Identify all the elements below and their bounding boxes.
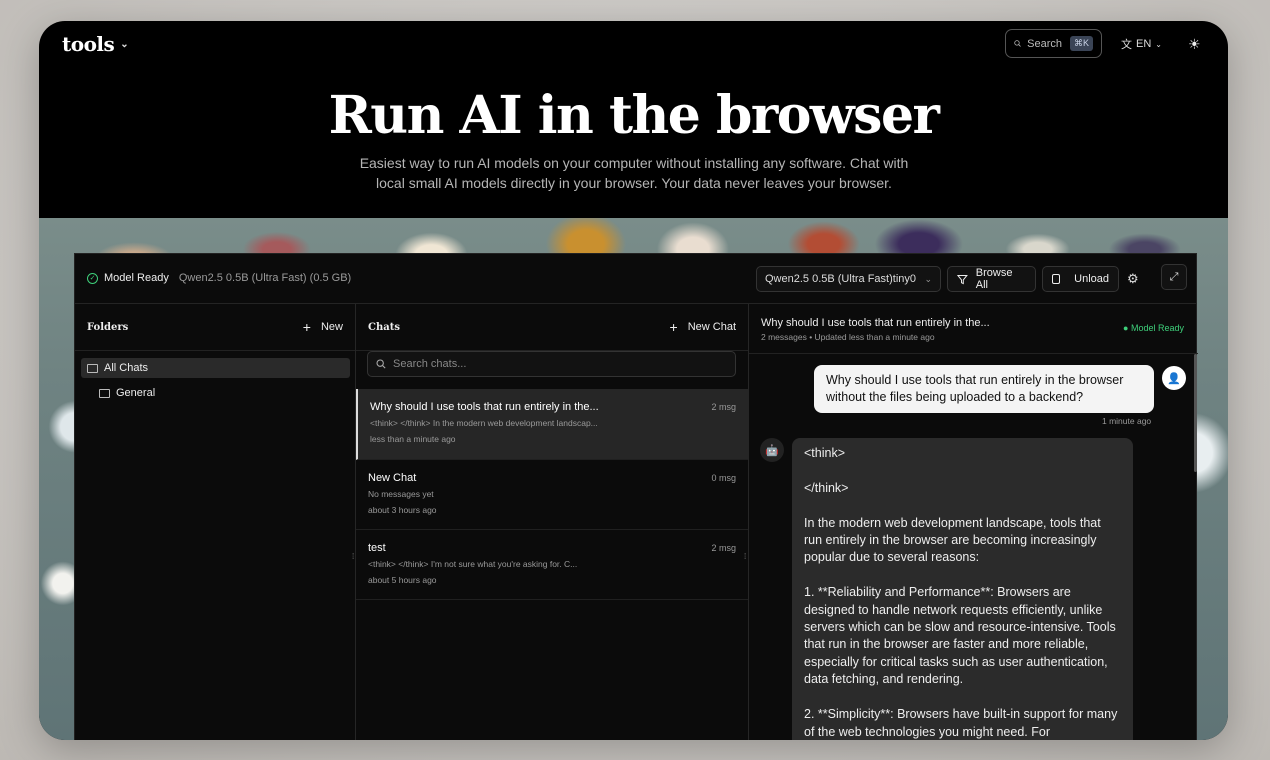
chat-list-item[interactable]: test 2 msg <think> </think> I'm not sure…	[356, 530, 748, 600]
folder-icon	[87, 363, 98, 373]
browse-all-button[interactable]: Browse All	[947, 266, 1036, 292]
new-chat-button[interactable]: + New Chat	[670, 319, 736, 335]
browse-all-label: Browse All	[975, 267, 1013, 291]
search-icon	[1014, 40, 1021, 47]
folder-icon	[99, 388, 110, 398]
square-icon	[1052, 274, 1061, 284]
filter-icon	[957, 274, 968, 284]
expand-icon: ⤢	[1169, 270, 1179, 283]
user-message: Why should I use tools that run entirely…	[814, 365, 1154, 413]
chat-title: Why should I use tools that run entirely…	[370, 401, 599, 413]
conversation-meta: 2 messages • Updated less than a minute …	[761, 332, 935, 342]
model-status: ✓ Model Ready Qwen2.5 0.5B (Ultra Fast) …	[87, 272, 351, 284]
model-select-value: Qwen2.5 0.5B (Ultra Fast)tiny0.	[765, 273, 917, 285]
folders-panel: Folders + New All Chats General	[75, 304, 356, 740]
search-shortcut-badge: ⌘K	[1069, 36, 1093, 51]
unload-label: Unload	[1074, 273, 1109, 285]
settings-gear-icon[interactable]: ⚙	[1127, 271, 1139, 287]
new-folder-label: New	[320, 321, 343, 333]
chevron-down-icon: ⌄	[924, 273, 932, 284]
folders-header: Folders + New	[75, 304, 355, 351]
site-search-button[interactable]: Search ⌘K	[1005, 29, 1102, 58]
message-scrollbar[interactable]	[1194, 354, 1197, 472]
expand-fullscreen-button[interactable]: ⤢	[1161, 264, 1187, 290]
new-folder-button[interactable]: + New	[303, 319, 343, 335]
model-select[interactable]: Qwen2.5 0.5B (Ultra Fast)tiny0. ⌄	[756, 266, 941, 292]
conversation-header: Why should I use tools that run entirely…	[749, 304, 1198, 354]
folder-item-all-chats[interactable]: All Chats	[81, 358, 350, 378]
site-header: tools ⌄ Search ⌘K 文 EN ⌄ ☀	[39, 21, 1228, 67]
chevron-down-icon: ⌄	[1155, 39, 1162, 49]
user-message-timestamp: 1 minute ago	[1102, 416, 1152, 426]
browser-window: tools ⌄ Search ⌘K 文 EN ⌄ ☀ Run AI in the…	[39, 21, 1228, 740]
plus-icon: +	[669, 319, 678, 335]
chevron-down-icon: ⌄	[120, 38, 129, 50]
chat-preview: No messages yet	[368, 489, 434, 499]
site-logo[interactable]: tools ⌄	[62, 32, 129, 56]
hero-subtitle: Easiest way to run AI models on your com…	[359, 155, 909, 191]
folder-item-general[interactable]: General	[81, 383, 350, 403]
chat-list-item[interactable]: Why should I use tools that run entirely…	[356, 389, 748, 460]
conversation-status-label: Model Ready	[1130, 323, 1184, 333]
conversation-status-badge: ● Model Ready	[1123, 323, 1184, 333]
chats-header: Chats + New Chat	[356, 304, 748, 351]
chat-timestamp: about 3 hours ago	[368, 505, 437, 515]
user-avatar-icon: 👤	[1162, 366, 1186, 390]
translate-icon: 文	[1121, 39, 1132, 51]
chats-title: Chats	[368, 321, 400, 333]
language-label: EN	[1136, 38, 1152, 50]
folder-label: General	[116, 387, 156, 399]
status-model-name: Qwen2.5 0.5B (Ultra Fast) (0.5 GB)	[178, 272, 352, 284]
chat-list-item[interactable]: New Chat 0 msg No messages yet about 3 h…	[356, 460, 748, 530]
search-label: Search	[1027, 37, 1062, 50]
folder-label: All Chats	[104, 362, 149, 374]
check-circle-icon: ✓	[87, 272, 98, 284]
chat-search-input[interactable]: Search chats...	[367, 351, 736, 377]
message-list[interactable]: Why should I use tools that run entirely…	[749, 354, 1198, 740]
assistant-message: <think> </think> In the modern web devel…	[792, 438, 1133, 740]
app-toolbar: ✓ Model Ready Qwen2.5 0.5B (Ultra Fast) …	[75, 254, 1196, 304]
new-chat-label: New Chat	[687, 321, 736, 333]
unload-button[interactable]: Unload	[1042, 266, 1119, 292]
chat-preview: <think> </think> In the modern web devel…	[370, 418, 598, 428]
theme-toggle-sun-icon[interactable]: ☀	[1188, 36, 1201, 53]
chat-title: New Chat	[368, 472, 417, 484]
status-label: Model Ready	[104, 272, 169, 284]
hero-title: Run AI in the browser	[328, 85, 940, 146]
chat-message-count: 2 msg	[711, 543, 736, 553]
chat-timestamp: less than a minute ago	[370, 434, 456, 444]
chat-timestamp: about 5 hours ago	[368, 575, 437, 585]
search-icon	[376, 359, 386, 369]
logo-text: tools	[62, 32, 115, 56]
folders-title: Folders	[87, 321, 129, 333]
language-switcher[interactable]: 文 EN ⌄	[1121, 36, 1162, 52]
chat-app-panel: ✓ Model Ready Qwen2.5 0.5B (Ultra Fast) …	[74, 253, 1198, 740]
chat-title: test	[368, 542, 386, 554]
chat-preview: <think> </think> I'm not sure what you'r…	[368, 559, 578, 569]
bot-avatar-icon: 🤖	[760, 438, 784, 462]
chats-panel: Chats + New Chat Search chats... Why sho…	[356, 304, 749, 740]
plus-icon: +	[302, 319, 311, 335]
chat-search-placeholder: Search chats...	[393, 358, 467, 370]
conversation-panel: Why should I use tools that run entirely…	[749, 304, 1198, 740]
chat-message-count: 0 msg	[711, 473, 736, 483]
chat-message-count: 2 msg	[711, 402, 736, 412]
